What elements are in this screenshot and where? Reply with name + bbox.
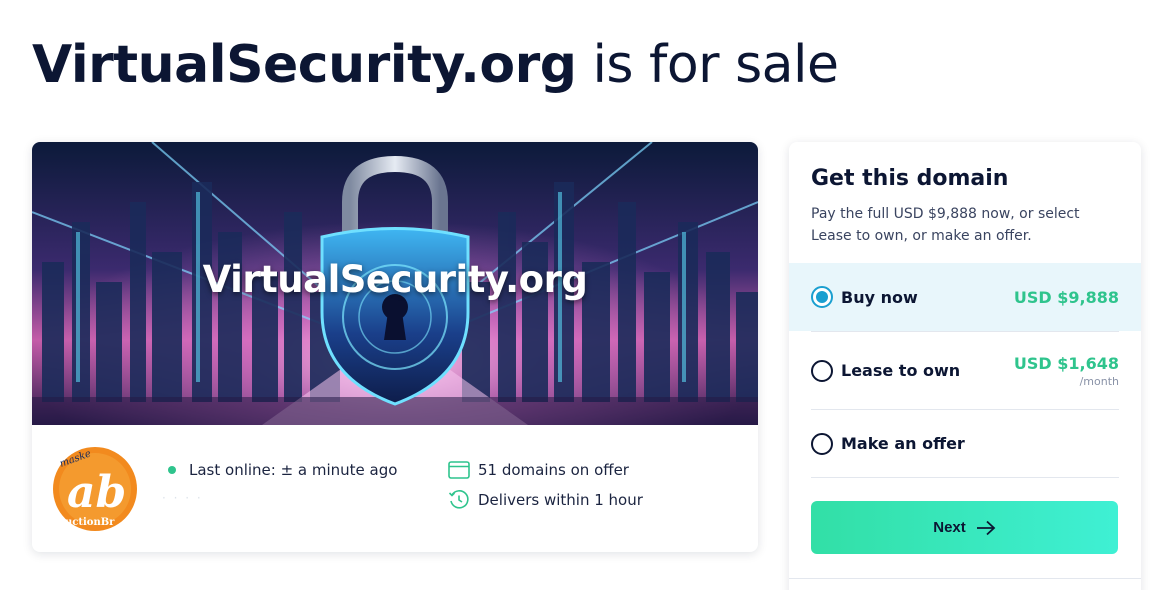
lease-price-block: USD $1,648 /month (1014, 354, 1119, 388)
lease-to-own-price: USD $1,648 (1013, 353, 1119, 373)
delivery-time: Delivers within 1 hour (448, 489, 643, 511)
next-button[interactable]: Next (811, 501, 1118, 554)
domains-on-offer-text: 51 domains on offer (478, 461, 629, 479)
hero-domain-title: VirtualSecurity.org (202, 258, 588, 301)
page-title: VirtualSecurity.org is for sale (32, 30, 839, 100)
last-online-text: Last online: ± a minute ago (189, 461, 398, 479)
seller-logo-bottom-text: uctionBr (65, 517, 115, 528)
lease-price-period: /month (1079, 374, 1119, 388)
lease-to-own-label: Lease to own (841, 361, 961, 380)
buy-now-radio[interactable] (811, 286, 833, 308)
arrow-right-icon (976, 520, 996, 536)
hero-image: VirtualSecurity.org (32, 142, 758, 425)
seller-logo-main-text: ab (67, 467, 126, 518)
seller-logo[interactable]: maske ab uctionBr (53, 447, 137, 531)
divider (811, 477, 1119, 478)
seller-faint-text: · · · · (162, 491, 203, 505)
lease-to-own-radio[interactable] (811, 359, 833, 382)
domain-card: VirtualSecurity.org maske ab uctionBr La… (32, 142, 758, 552)
make-offer-radio[interactable] (811, 432, 833, 455)
option-buy-now[interactable]: Buy now USD $9,888 (789, 263, 1141, 331)
purchase-panel: Get this domain Pay the full USD $9,888 … (789, 142, 1141, 590)
next-button-label: Next (933, 519, 966, 536)
clock-history-icon (448, 489, 470, 511)
domains-on-offer[interactable]: 51 domains on offer (448, 459, 629, 481)
online-status-dot (168, 466, 176, 474)
make-offer-label: Make an offer (841, 434, 965, 453)
page-title-domain: VirtualSecurity.org (32, 35, 577, 95)
panel-description: Pay the full USD $9,888 now, or select L… (811, 206, 1080, 244)
seller-info: maske ab uctionBr Last online: ± a minut… (32, 425, 758, 552)
divider (789, 578, 1141, 579)
last-online-status: Last online: ± a minute ago (168, 461, 397, 479)
option-make-offer[interactable]: Make an offer (789, 410, 1141, 477)
browser-window-icon (448, 459, 470, 481)
buy-now-label: Buy now (841, 287, 918, 307)
delivery-time-text: Delivers within 1 hour (478, 491, 643, 509)
panel-title: Get this domain (811, 166, 1009, 191)
option-lease-to-own[interactable]: Lease to own USD $1,648 /month (789, 332, 1141, 409)
page-title-suffix: is for sale (576, 35, 839, 95)
buy-now-price: USD $9,888 (1013, 287, 1119, 307)
